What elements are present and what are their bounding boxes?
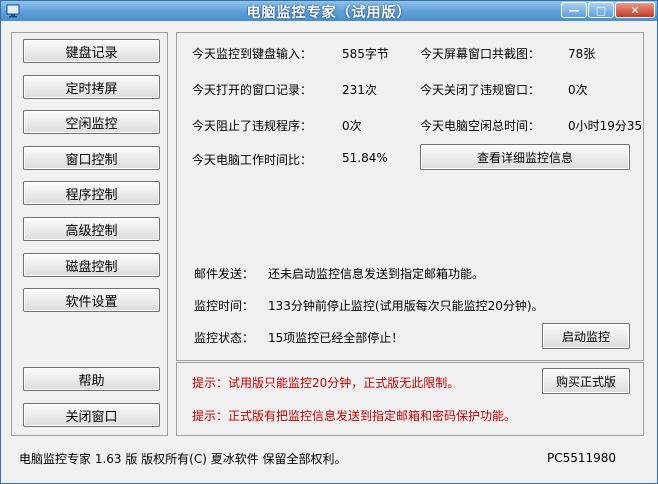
stats-panel: 今天监控到键盘输入： 585字节 今天屏幕窗口共截图： 78张 今天打开的窗口记… — [176, 32, 644, 361]
screenshots-value: 78张 — [568, 47, 596, 61]
blocked-programs-value: 0次 — [342, 119, 362, 133]
start-monitor-button[interactable]: 启动监控 — [542, 323, 630, 349]
notice-full-version-features: 提示：正式版有把监控信息发送到指定邮箱和密码保护功能。 — [192, 409, 517, 423]
mail-label: 邮件发送： — [194, 267, 255, 281]
idle-time-label: 今天电脑空闲总时间： — [420, 119, 541, 133]
close-icon: ✕ — [630, 3, 640, 17]
screenshots-label: 今天屏幕窗口共截图： — [420, 47, 541, 61]
sidebar-item-program-control[interactable]: 程序控制 — [23, 181, 160, 205]
notice-panel: 提示：试用版只能监控20分钟，正式版无此限制。 购买正式版 提示：正式版有把监控… — [176, 362, 644, 436]
close-window-button[interactable]: 关闭窗口 — [23, 403, 160, 427]
minimize-button[interactable]: — — [561, 2, 587, 18]
monitor-state-label: 监控状态： — [194, 331, 255, 345]
maximize-icon: □ — [595, 3, 607, 17]
sidebar-item-keyboard-log[interactable]: 键盘记录 — [23, 39, 160, 63]
sidebar-item-settings[interactable]: 软件设置 — [23, 288, 160, 312]
view-details-button[interactable]: 查看详细监控信息 — [420, 144, 630, 170]
mail-value: 还未启动监控信息发送到指定邮箱功能。 — [268, 267, 485, 281]
sidebar-item-timed-screenshot[interactable]: 定时拷屏 — [23, 75, 160, 99]
notice-trial-limit: 提示：试用版只能监控20分钟，正式版无此限制。 — [192, 376, 460, 390]
minimize-icon: — — [568, 3, 580, 17]
help-button[interactable]: 帮助 — [23, 367, 160, 391]
app-window: 电脑监控专家（试用版） — □ ✕ 键盘记录 定时拷屏 空闲监控 窗口控制 程序… — [0, 0, 658, 484]
opened-windows-value: 231次 — [342, 83, 377, 97]
blocked-programs-label: 今天阻止了违规程序： — [192, 119, 313, 133]
close-button[interactable]: ✕ — [615, 2, 655, 18]
buy-full-version-button[interactable]: 购买正式版 — [542, 368, 630, 394]
copyright-text: 电脑监控专家 1.63 版 版权所有(C) 夏冰软件 保留全部权利。 — [19, 452, 347, 466]
machine-id: PC5511980 — [547, 451, 617, 465]
sidebar-item-window-control[interactable]: 窗口控制 — [23, 146, 160, 170]
work-ratio-label: 今天电脑工作时间比： — [192, 153, 313, 167]
monitor-state-value: 15项监控已经全部停止！ — [268, 331, 404, 345]
idle-time-value: 0小时19分35 — [568, 119, 643, 133]
keyboard-input-label: 今天监控到键盘输入： — [192, 47, 313, 61]
sidebar: 键盘记录 定时拷屏 空闲监控 窗口控制 程序控制 高级控制 磁盘控制 软件设置 … — [11, 32, 168, 436]
monitor-time-label: 监控时间： — [194, 299, 255, 313]
sidebar-item-idle-monitor[interactable]: 空闲监控 — [23, 110, 160, 134]
window-title: 电脑监控专家（试用版） — [246, 5, 412, 21]
work-ratio-value: 51.84% — [342, 151, 388, 165]
keyboard-input-value: 585字节 — [342, 47, 389, 61]
sidebar-item-disk-control[interactable]: 磁盘控制 — [23, 253, 160, 277]
closed-windows-value: 0次 — [568, 83, 588, 97]
maximize-button[interactable]: □ — [588, 2, 614, 18]
title-bar[interactable]: 电脑监控专家（试用版） — □ ✕ — [1, 1, 657, 21]
sidebar-item-advanced-control[interactable]: 高级控制 — [23, 217, 160, 241]
status-bar: 电脑监控专家 1.63 版 版权所有(C) 夏冰软件 保留全部权利。 PC551… — [1, 441, 657, 481]
opened-windows-label: 今天打开的窗口记录： — [192, 83, 313, 97]
monitor-time-value: 133分钟前停止监控(试用版每次只能监控20分钟)。 — [268, 299, 544, 313]
closed-windows-label: 今天关闭了违规窗口： — [420, 83, 541, 97]
